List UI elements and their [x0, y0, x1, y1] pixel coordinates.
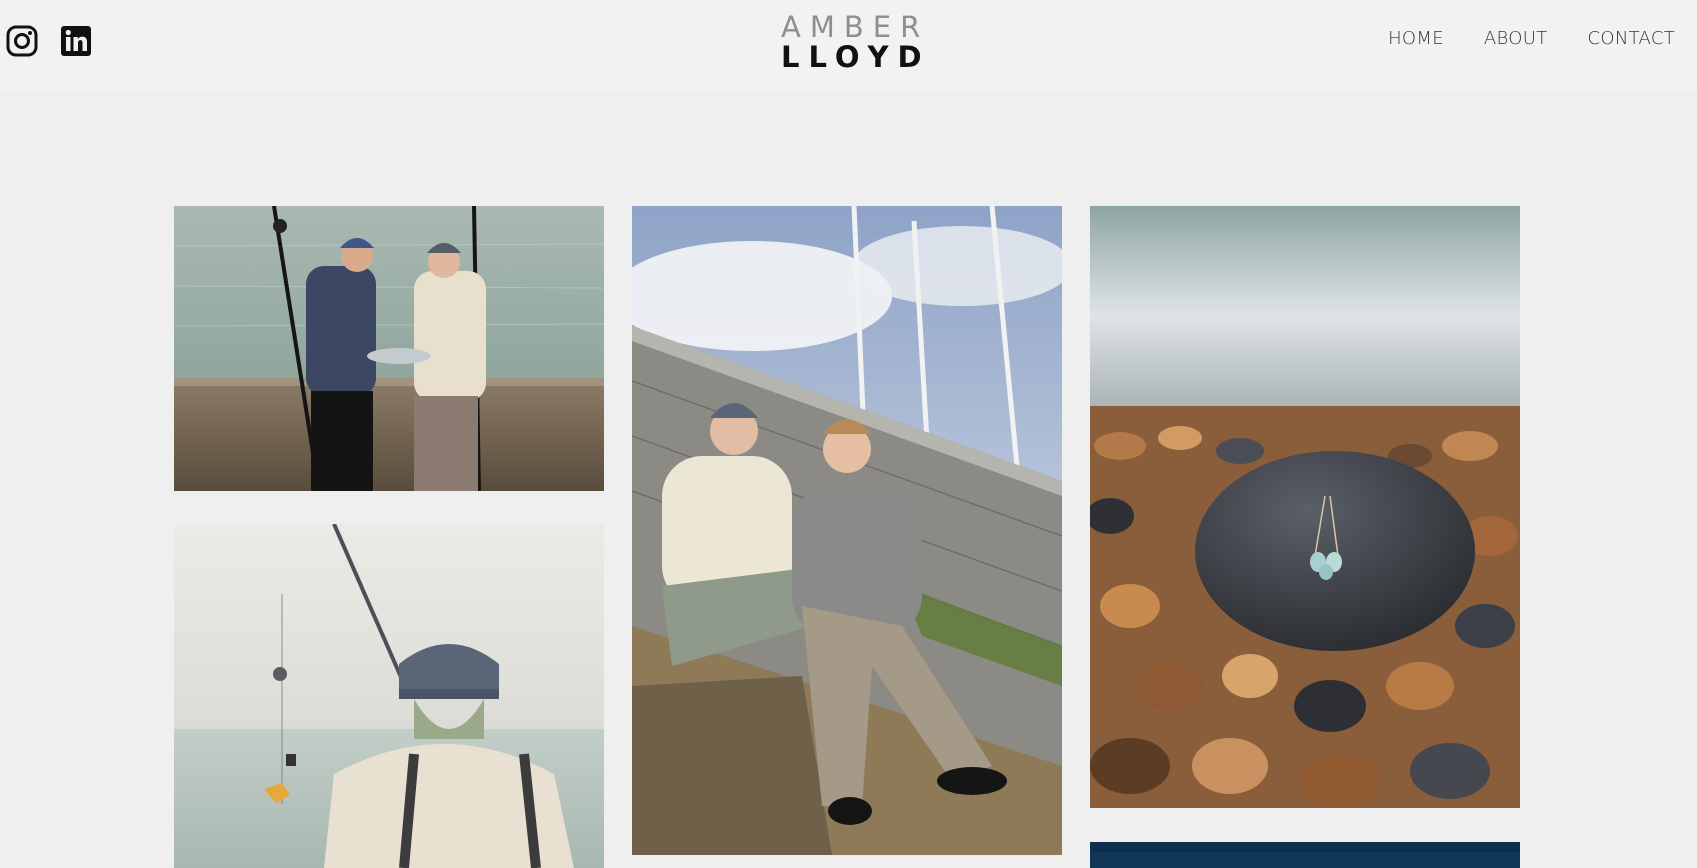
nav-home[interactable]: HOME — [1388, 28, 1444, 49]
nav-contact[interactable]: CONTACT — [1588, 28, 1675, 49]
gallery-photo-seawall[interactable] — [632, 206, 1062, 855]
gallery-photo-water[interactable] — [1090, 842, 1520, 868]
nav-about[interactable]: ABOUT — [1484, 28, 1548, 49]
instagram-icon[interactable] — [6, 25, 38, 57]
main-nav: HOME ABOUT CONTACT — [1388, 28, 1675, 49]
logo-line-1: AMBER — [781, 10, 930, 44]
linkedin-icon[interactable] — [60, 25, 92, 57]
site-header: AMBER LLOYD HOME ABOUT CONTACT — [0, 0, 1697, 92]
site-logo[interactable]: AMBER LLOYD — [781, 12, 922, 72]
gallery-photo-looking-out[interactable] — [174, 524, 604, 868]
logo-line-2: LLOYD — [781, 40, 931, 74]
social-links — [6, 25, 92, 57]
gallery-photo-fishermen[interactable] — [174, 206, 604, 491]
gallery-photo-pendant[interactable] — [1090, 206, 1520, 808]
